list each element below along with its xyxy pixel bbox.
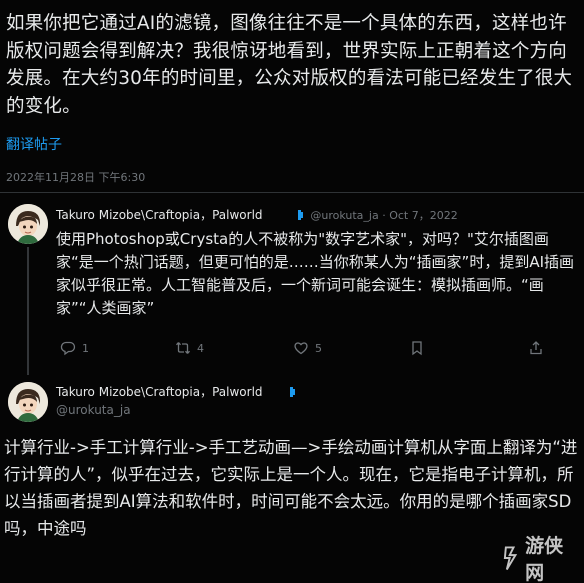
watermark-logo-icon — [503, 546, 518, 571]
retweet-count: 4 — [197, 341, 204, 355]
translate-post-link[interactable]: 翻译帖子 — [6, 134, 62, 154]
like-button[interactable]: 5 — [293, 340, 322, 356]
site-watermark: 游侠网 — [502, 535, 580, 583]
reply-header: Takuro Mizobe\Craftopia，Palworld @urokut… — [56, 206, 576, 223]
retweet-button[interactable]: 4 — [175, 340, 204, 356]
reply-header: Takuro Mizobe\Craftopia，Palworld — [56, 383, 302, 400]
reply-text: 计算行业->手工计算行业->手工艺动画—>手绘动画计算机从字面上翻译为“进行计算… — [4, 438, 578, 538]
handle[interactable]: @urokuta_ja — [56, 403, 131, 417]
verified-badge-icon — [296, 209, 308, 221]
avatar[interactable] — [8, 382, 48, 422]
bookmark-icon — [412, 341, 422, 356]
verified-badge-icon — [288, 386, 300, 398]
share-button[interactable] — [528, 340, 550, 356]
heart-icon — [294, 342, 308, 355]
thread-line — [27, 247, 29, 375]
reply-icon — [60, 341, 76, 356]
display-name[interactable]: Takuro Mizobe\Craftopia，Palworld — [56, 385, 263, 399]
reply-count: 1 — [82, 341, 89, 355]
avatar[interactable] — [8, 204, 48, 244]
reply-actions: 1 4 5 — [56, 340, 576, 360]
watermark-text: 游侠网 — [525, 535, 564, 583]
retweet-icon — [176, 342, 190, 354]
tweet-timestamp[interactable]: 2022年11月28日 下午6:30 — [6, 169, 145, 185]
tweet-text: 如果你把它通过AI的滤镜，图像往往不是一个具体的东西，这样也许版权问题会得到解决… — [6, 13, 573, 117]
bookmark-button[interactable] — [409, 340, 431, 356]
handle-and-date[interactable]: @urokuta_ja · Oct 7，2022 — [310, 209, 457, 222]
share-icon — [530, 341, 542, 355]
tweet-screenshot: 如果你把它通过AI的滤镜，图像往往不是一个具体的东西，这样也许版权问题会得到解决… — [0, 0, 584, 583]
reply-button[interactable]: 1 — [60, 340, 89, 356]
reply-text: 使用Photoshop或Crysta的人不被称为"数字艺术家"，对吗？"艾尔插图… — [56, 230, 575, 317]
like-count: 5 — [315, 341, 322, 355]
divider — [0, 192, 584, 193]
display-name[interactable]: Takuro Mizobe\Craftopia，Palworld — [56, 208, 263, 222]
